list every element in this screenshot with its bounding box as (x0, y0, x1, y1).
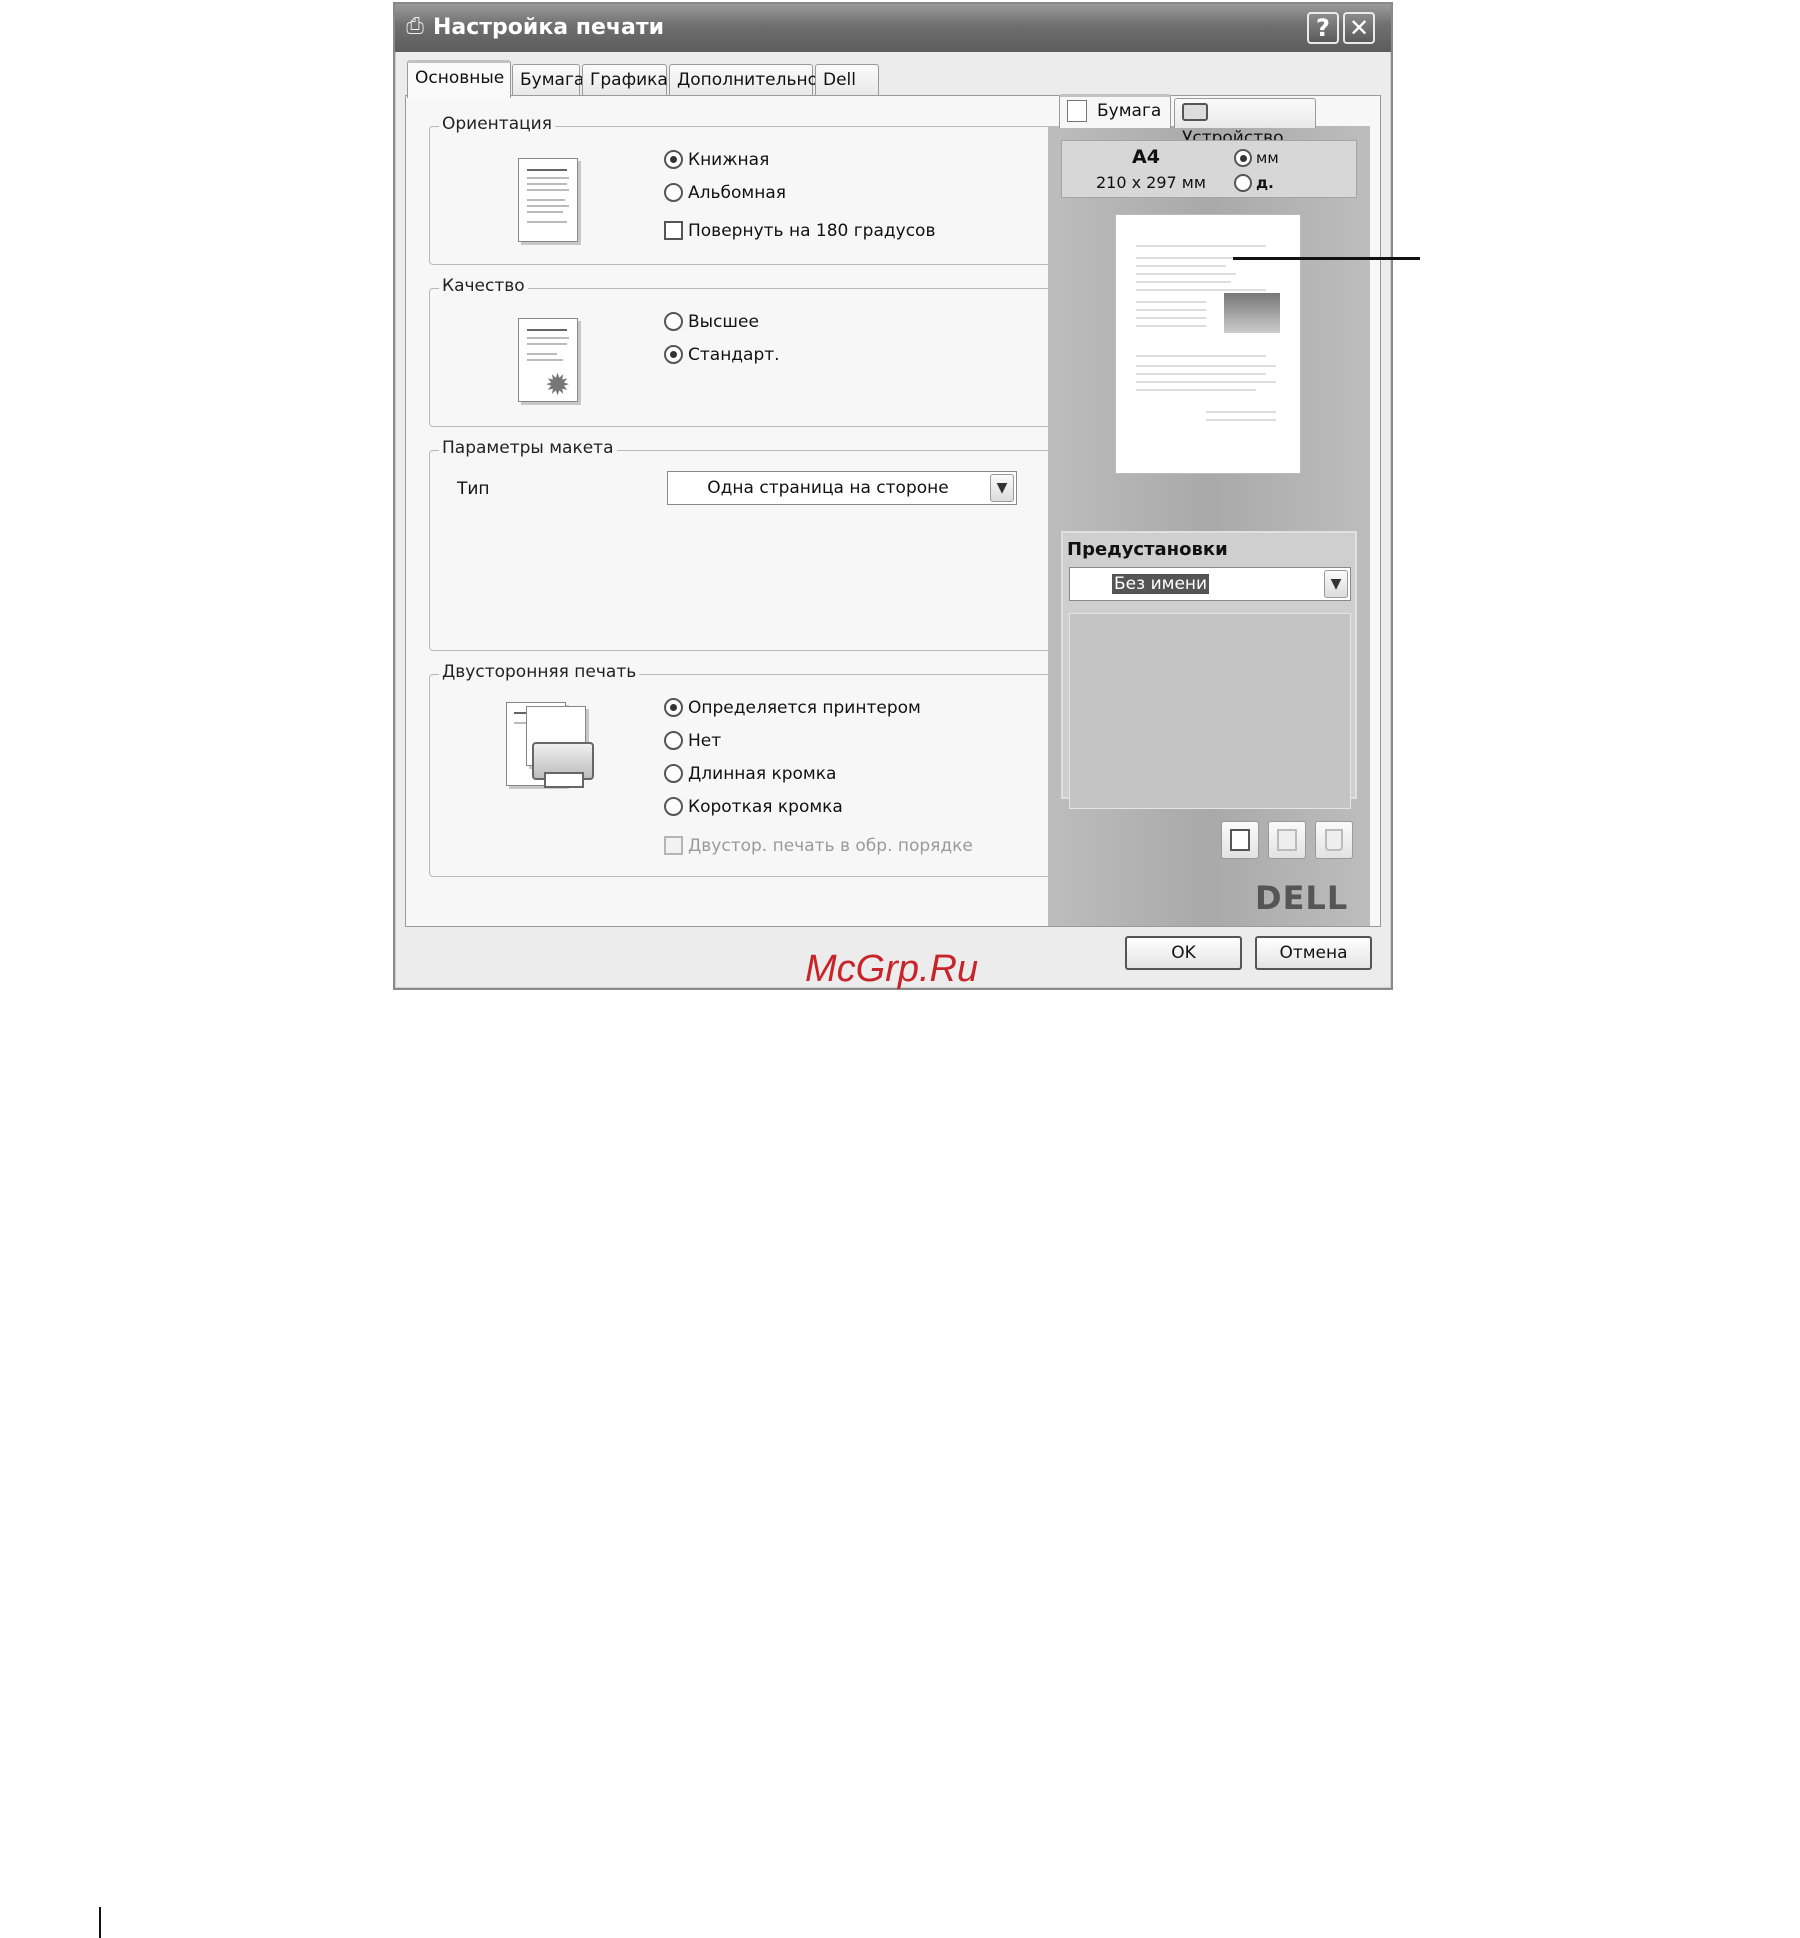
tab-graphics[interactable]: Графика (582, 64, 668, 96)
landscape-radio[interactable] (664, 183, 683, 202)
paper-size-dims: 210 x 297 мм (1096, 173, 1206, 192)
favorites-box: Предустановки Без имени ▼ (1061, 531, 1357, 859)
preview-tab-paper-label: Бумага (1097, 101, 1162, 121)
favorites-value: Без имени (1112, 574, 1210, 594)
duplex-reverse-checkbox[interactable] (664, 836, 683, 855)
duplex-short-edge-radio[interactable] (664, 797, 683, 816)
gear-icon: ✹ (545, 368, 571, 403)
portrait-label: Книжная (688, 150, 770, 170)
margin-mark (99, 1907, 101, 1938)
unit-mm-radio[interactable] (1234, 149, 1252, 167)
quality-page-icon: ✹ (518, 318, 578, 402)
duplex-title: Двусторонняя печать (439, 662, 640, 682)
quality-standard-radio[interactable] (664, 345, 683, 364)
rotate-180-label: Повернуть на 180 градусов (688, 221, 936, 241)
tab-dell[interactable]: Dell (815, 64, 879, 96)
duplex-reverse-label: Двустор. печать в обр. порядке (688, 836, 973, 856)
duplex-printer-default-label: Определяется принтером (688, 698, 921, 718)
new-page-icon (1230, 829, 1250, 851)
landscape-label: Альбомная (688, 183, 786, 203)
chevron-down-icon[interactable]: ▼ (990, 474, 1014, 502)
tab-panel-basic: Ориентация Книжная Альбомная Повернуть н… (405, 94, 1381, 927)
save-icon (1277, 829, 1297, 851)
callout-line (1233, 257, 1420, 260)
print-settings-dialog: ⎙ Настройка печати ? ✕ Основные Бумага Г… (393, 2, 1393, 990)
device-icon (1182, 103, 1208, 121)
close-button[interactable]: ✕ (1343, 12, 1375, 44)
duplex-long-edge-label: Длинная кромка (688, 764, 837, 784)
dell-logo: DELL (1255, 879, 1349, 917)
rotate-180-checkbox[interactable] (664, 221, 683, 240)
duplex-printer-icon (506, 702, 598, 794)
layout-type-value: Одна страница на стороне (707, 478, 949, 498)
preview-tab-paper[interactable]: Бумага (1059, 94, 1171, 128)
tab-paper[interactable]: Бумага (512, 64, 584, 96)
quality-best-radio[interactable] (664, 312, 683, 331)
duplex-none-radio[interactable] (664, 731, 683, 750)
delete-favorite-button[interactable] (1315, 821, 1353, 859)
favorites-select[interactable]: Без имени ▼ (1069, 567, 1351, 601)
paper-size-name: A4 (1132, 146, 1160, 168)
layout-type-label: Тип (457, 479, 490, 499)
quality-best-label: Высшее (688, 312, 759, 332)
unit-inch-label: д. (1256, 174, 1274, 192)
tab-basic[interactable]: Основные (407, 60, 511, 98)
help-button[interactable]: ? (1307, 12, 1339, 44)
page-preview (1115, 214, 1301, 474)
portrait-radio[interactable] (664, 150, 683, 169)
tab-advanced[interactable]: Дополнительно (669, 64, 818, 96)
favorites-title: Предустановки (1067, 539, 1228, 560)
quality-title: Качество (439, 276, 528, 296)
title-bar[interactable]: ⎙ Настройка печати ? ✕ (395, 4, 1391, 52)
save-favorite-button[interactable] (1268, 821, 1306, 859)
paper-size-box: A4 210 x 297 мм мм д. (1061, 140, 1357, 198)
layout-type-select[interactable]: Одна страница на стороне ▼ (667, 471, 1017, 505)
printer-icon: ⎙ (406, 14, 424, 39)
duplex-long-edge-radio[interactable] (664, 764, 683, 783)
duplex-none-label: Нет (688, 731, 722, 751)
orientation-title: Ориентация (439, 114, 555, 134)
portrait-page-icon (518, 158, 578, 242)
favorites-list[interactable] (1069, 613, 1351, 809)
ok-button[interactable]: OK (1125, 936, 1242, 970)
preview-photo (1224, 293, 1280, 333)
window-title: Настройка печати (433, 15, 664, 40)
preview-tab-device[interactable]: Устройство (1174, 98, 1316, 148)
layout-title: Параметры макета (439, 438, 617, 458)
quality-standard-label: Стандарт. (688, 345, 780, 365)
chevron-down-icon[interactable]: ▼ (1324, 570, 1348, 598)
duplex-short-edge-label: Короткая кромка (688, 797, 843, 817)
unit-mm-label: мм (1256, 149, 1279, 167)
cancel-button[interactable]: Отмена (1255, 936, 1372, 970)
unit-inch-radio[interactable] (1234, 174, 1252, 192)
trash-icon (1325, 829, 1343, 851)
watermark: McGrp.Ru (805, 948, 979, 990)
page-icon (1067, 100, 1087, 122)
duplex-printer-default-radio[interactable] (664, 698, 683, 717)
new-favorite-button[interactable] (1221, 821, 1259, 859)
